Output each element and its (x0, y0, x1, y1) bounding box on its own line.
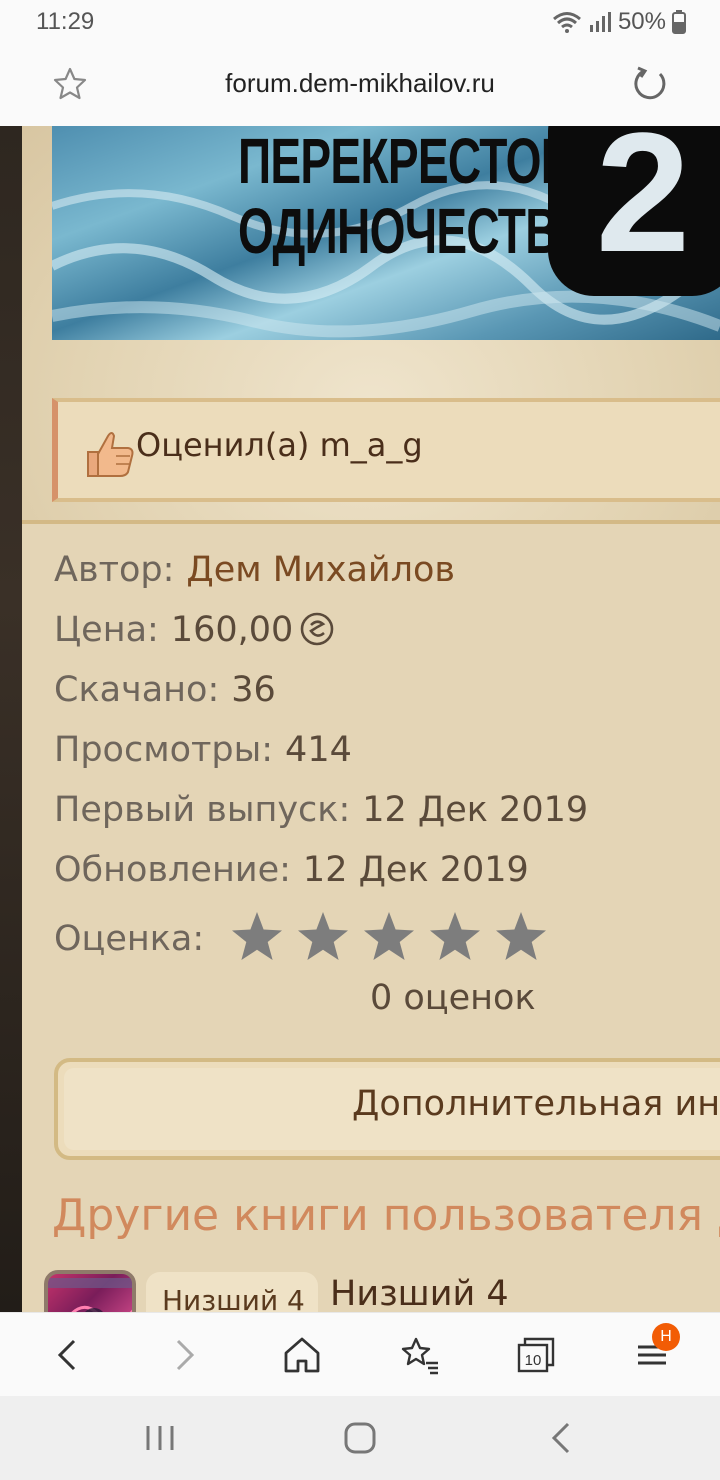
cover-title-line1: ПЕРЕКРЕСТОК (238, 126, 569, 197)
status-time: 11:29 (36, 8, 95, 35)
liked-by-text: Оценил(а) m_a_g (136, 426, 423, 464)
more-info-button[interactable]: Дополнительная инф (54, 1058, 720, 1160)
system-nav-bar (0, 1396, 720, 1480)
star-icon[interactable] (229, 910, 285, 964)
downloaded-value: 36 (231, 670, 276, 710)
first-release-row: Первый выпуск: 12 Дек 2019 (54, 790, 588, 850)
status-bar: 11:29 50% (0, 0, 720, 44)
wifi-icon (552, 12, 581, 33)
rating-stars[interactable] (229, 910, 549, 964)
author-label: Автор: (54, 550, 175, 590)
rating-label: Оценка: (54, 919, 205, 959)
book-prefix-label: Низший 4 (162, 1284, 305, 1312)
downloaded-row: Скачано: 36 (54, 670, 588, 730)
reload-icon[interactable] (630, 64, 670, 104)
back-icon[interactable] (542, 1418, 582, 1458)
first-release-label: Первый выпуск: (54, 790, 351, 830)
thumbs-up-icon (87, 432, 134, 477)
other-books-heading: Другие книги пользователя Д (52, 1190, 720, 1241)
liked-by-notice: Оценил(а) m_a_g (52, 398, 720, 502)
cover-title-line2: ОДИНОЧЕСТВА (238, 195, 589, 267)
downloaded-label: Скачано: (54, 670, 220, 710)
url-text[interactable]: forum.dem-mikhailov.ru (0, 68, 720, 99)
author-link[interactable]: Дем Михайлов (186, 550, 455, 590)
rating-row: Оценка: (54, 910, 588, 970)
recent-apps-icon[interactable] (140, 1418, 180, 1458)
book-cover-title: ПЕРЕКРЕСТОК ОДИНОЧЕСТВА (238, 126, 589, 267)
views-label: Просмотры: (54, 730, 274, 770)
update-row: Обновление: 12 Дек 2019 (54, 850, 588, 910)
ratings-count: 0 оценок (370, 978, 536, 1018)
browser-toolbar: 10 H (0, 1312, 720, 1396)
star-icon[interactable] (295, 910, 351, 964)
signal-icon (589, 12, 611, 32)
book-thumbnail[interactable] (44, 1270, 136, 1312)
views-row: Просмотры: 414 (54, 730, 588, 790)
book-title-link[interactable]: Низший 4 (330, 1274, 509, 1312)
star-icon[interactable] (493, 910, 549, 964)
more-info-label: Дополнительная инф (352, 1084, 720, 1124)
battery-percent: 50% (617, 8, 666, 35)
thumbnail-art (48, 1278, 132, 1312)
first-release-value: 12 Дек 2019 (362, 790, 589, 830)
home-button-icon[interactable] (340, 1418, 380, 1458)
update-value: 12 Дек 2019 (302, 850, 529, 890)
address-bar: forum.dem-mikhailov.ru (0, 44, 720, 126)
price-value: 160,00 (170, 610, 294, 650)
page-content[interactable]: ПЕРЕКРЕСТОК ОДИНОЧЕСТВА 2 Оценил(а) m_a_… (0, 126, 720, 1312)
cover-number: 2 (595, 126, 691, 288)
forward-arrow-icon[interactable] (162, 1333, 206, 1377)
menu-notification-badge: H (652, 1323, 680, 1351)
price-label: Цена: (54, 610, 159, 650)
star-icon[interactable] (361, 910, 417, 964)
home-icon[interactable] (280, 1333, 324, 1377)
status-indicators: 50% (552, 8, 686, 36)
tabs-icon[interactable]: 10 (514, 1333, 558, 1377)
battery-icon (672, 10, 686, 34)
views-value: 414 (285, 730, 352, 770)
author-row: Автор: Дем Михайлов (54, 550, 588, 610)
currency-icon (301, 612, 334, 646)
update-label: Обновление: (54, 850, 291, 890)
bookmarks-icon[interactable] (398, 1333, 442, 1377)
book-prefix-chip[interactable]: Низший 4 (146, 1272, 318, 1312)
divider (22, 520, 720, 524)
tabs-count: 10 (525, 1352, 542, 1369)
back-arrow-icon[interactable] (46, 1333, 90, 1377)
price-row: Цена: 160,00 (54, 610, 588, 670)
star-icon[interactable] (427, 910, 483, 964)
book-cover-image: ПЕРЕКРЕСТОК ОДИНОЧЕСТВА 2 (52, 126, 720, 340)
resource-info-list: Автор: Дем Михайлов Цена: 160,00 Скачано: 3… (54, 550, 588, 970)
